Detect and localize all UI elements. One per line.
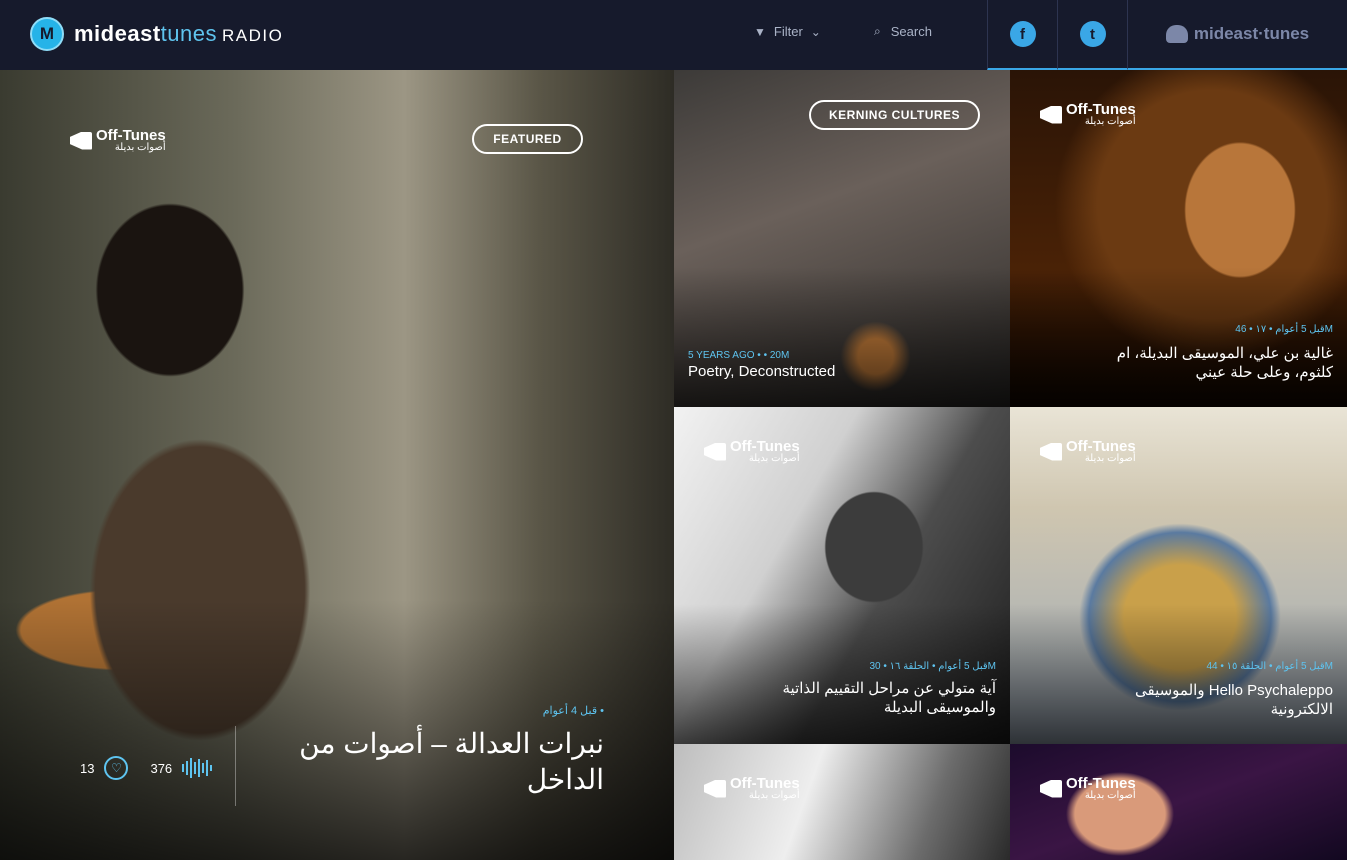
logo-word-radio: RADIO	[221, 26, 284, 45]
card-gradient	[674, 604, 1010, 744]
offtunes-en: Off-Tunes	[1066, 101, 1136, 118]
offtunes-ar: أصوات بديلة	[748, 790, 800, 801]
episode-title[interactable]: غالية بن علي، الموسيقى البديلة، ام كلثوم…	[1103, 344, 1333, 382]
megaphone-icon	[704, 442, 726, 461]
chevron-down-icon: ⌄	[810, 24, 821, 39]
offtunes-logo: Off-Tunes أصوات بديلة	[70, 128, 166, 153]
episode-card[interactable]: Off-Tunes أصوات بديلة قبل 5 أعوام • الحل…	[1010, 407, 1347, 744]
facebook-button[interactable]: f	[987, 0, 1057, 70]
episode-title[interactable]: Poetry, Deconstructed	[688, 362, 988, 381]
featured-meta: قبل 4 أعوام •	[542, 705, 604, 717]
twitter-button[interactable]: t	[1057, 0, 1127, 70]
search-icon: ⌕	[874, 24, 881, 38]
offtunes-en: Off-Tunes	[96, 127, 166, 144]
mideast-tunes-link[interactable]: mideast·tunes	[1127, 0, 1347, 70]
episode-title[interactable]: Hello Psychaleppo والموسيقى الالكترونية	[1103, 681, 1333, 719]
offtunes-ar: أصوات بديلة	[1084, 790, 1136, 801]
offtunes-ar: أصوات بديلة	[1084, 453, 1136, 464]
megaphone-icon	[1040, 442, 1062, 461]
megaphone-icon	[70, 131, 92, 150]
logo-text: mideasttunes RADIO	[74, 21, 283, 47]
card-gradient	[674, 267, 1010, 407]
site-logo[interactable]: M mideasttunes RADIO	[30, 16, 283, 52]
megaphone-icon	[704, 779, 726, 798]
logo-word-tunes: tunes	[160, 21, 217, 46]
filter-dropdown[interactable]: ▼ Filter ⌄	[754, 24, 821, 39]
megaphone-icon	[1040, 105, 1062, 124]
offtunes-logo: Off-Tunes أصوات بديلة	[1040, 439, 1136, 464]
heart-icon[interactable]: ♡	[104, 756, 129, 780]
offtunes-ar: أصوات بديلة	[748, 453, 800, 464]
offtunes-ar: أصوات بديلة	[114, 142, 166, 153]
offtunes-logo: Off-Tunes أصوات بديلة	[1040, 776, 1136, 801]
episode-title[interactable]: آية متولي عن مراحل التقييم الذاتية والمو…	[766, 679, 997, 717]
logo-word-mideast: mideast	[74, 21, 161, 46]
episode-meta: قبل 5 أعوام • الحلقة ١٦ • 30M	[869, 661, 996, 672]
search-box[interactable]: ⌕ Search	[874, 24, 932, 39]
search-placeholder: Search	[890, 24, 932, 39]
offtunes-ar: أصوات بديلة	[1084, 116, 1136, 127]
filter-icon: ▼	[754, 24, 766, 39]
episode-meta: قبل 5 أعوام • الحلقة ١٥ • 44M	[1206, 661, 1333, 672]
featured-stats: 13 ♡ 376	[80, 756, 213, 780]
episode-card[interactable]: Off-Tunes أصوات بديلة	[1010, 744, 1347, 860]
megaphone-icon	[1040, 779, 1062, 798]
offtunes-logo: Off-Tunes أصوات بديلة	[1040, 102, 1136, 127]
brand-label: mideast·tunes	[1193, 24, 1310, 43]
offtunes-en: Off-Tunes	[1066, 775, 1136, 792]
episode-card[interactable]: KERNING CULTURES 5 YEARS AGO • • 20M Poe…	[674, 70, 1010, 407]
episode-card[interactable]: Off-Tunes أصوات بديلة	[674, 744, 1010, 860]
plays-count: 376	[150, 760, 173, 776]
episode-card[interactable]: Off-Tunes أصوات بديلة قبل 5 أعوام • الحل…	[674, 407, 1010, 744]
twitter-icon: t	[1079, 21, 1106, 47]
featured-episode-card[interactable]: Off-Tunes أصوات بديلة FEATURED قبل 4 أعو…	[0, 70, 674, 860]
episode-meta: قبل 5 أعوام • ١٧ • 46M	[1235, 324, 1333, 335]
offtunes-logo: Off-Tunes أصوات بديلة	[704, 439, 800, 464]
episode-meta: 5 YEARS AGO • • 20M	[688, 350, 790, 361]
facebook-icon: f	[1009, 21, 1036, 47]
offtunes-en: Off-Tunes	[1066, 438, 1136, 455]
featured-title[interactable]: نبرات العدالة – أصوات من الداخل	[224, 726, 604, 798]
logo-mark-icon: M	[30, 17, 64, 51]
featured-divider	[235, 726, 236, 806]
filter-label: Filter	[773, 24, 803, 39]
kerning-cultures-badge[interactable]: KERNING CULTURES	[809, 100, 980, 130]
offtunes-en: Off-Tunes	[730, 775, 800, 792]
featured-badge[interactable]: FEATURED	[472, 124, 583, 154]
card-gradient	[1010, 267, 1347, 407]
likes-count: 13	[80, 760, 95, 776]
headphones-icon	[1165, 25, 1188, 43]
waveform-icon[interactable]	[182, 757, 213, 779]
offtunes-logo: Off-Tunes أصوات بديلة	[704, 776, 800, 801]
card-gradient	[1010, 604, 1347, 744]
offtunes-en: Off-Tunes	[730, 438, 800, 455]
episode-card[interactable]: Off-Tunes أصوات بديلة قبل 5 أعوام • ١٧ •…	[1010, 70, 1347, 407]
top-header: M mideasttunes RADIO ▼ Filter ⌄ ⌕ Search …	[0, 0, 1347, 70]
